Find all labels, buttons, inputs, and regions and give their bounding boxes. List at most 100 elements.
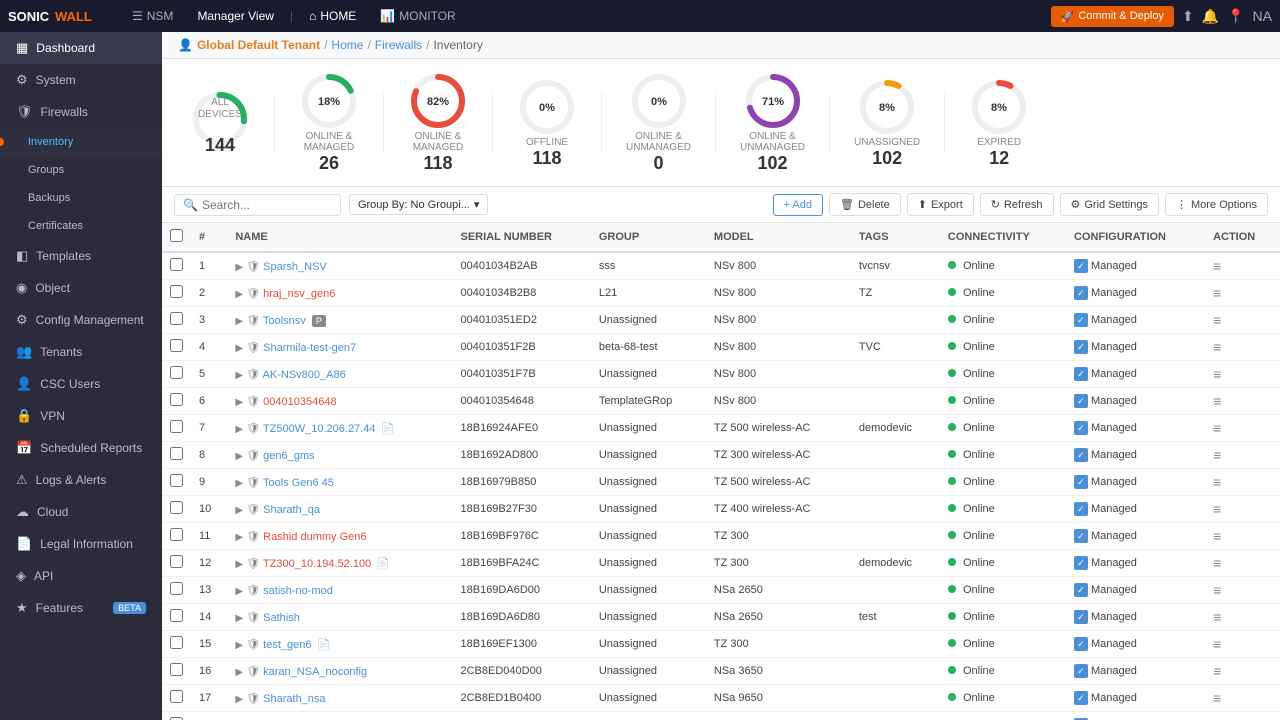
row-checkbox[interactable] xyxy=(162,496,191,523)
breadcrumb-firewalls[interactable]: Firewalls xyxy=(375,38,422,52)
action-menu-icon[interactable]: ≡ xyxy=(1213,690,1221,706)
row-action[interactable]: ≡ xyxy=(1205,685,1280,712)
user-avatar[interactable]: NA xyxy=(1253,8,1272,24)
row-checkbox[interactable] xyxy=(162,415,191,442)
expand-icon[interactable]: ▶ xyxy=(235,478,243,489)
export-button[interactable]: ⬆ Export xyxy=(907,193,974,216)
row-checkbox[interactable] xyxy=(162,334,191,361)
row-checkbox[interactable] xyxy=(162,388,191,415)
select-all-checkbox[interactable] xyxy=(162,223,191,252)
row-action[interactable]: ≡ xyxy=(1205,577,1280,604)
device-name-link[interactable]: TZ300_10.194.52.100 xyxy=(263,558,371,570)
row-checkbox[interactable] xyxy=(162,550,191,577)
row-action[interactable]: ≡ xyxy=(1205,712,1280,720)
row-checkbox[interactable] xyxy=(162,604,191,631)
sidebar-item-tenants[interactable]: 👥 Tenants xyxy=(0,336,162,368)
row-checkbox[interactable] xyxy=(162,252,191,280)
row-action[interactable]: ≡ xyxy=(1205,388,1280,415)
device-name-link[interactable]: gen6_gms xyxy=(263,450,314,462)
row-action[interactable]: ≡ xyxy=(1205,550,1280,577)
action-menu-icon[interactable]: ≡ xyxy=(1213,474,1221,490)
row-checkbox[interactable] xyxy=(162,361,191,388)
device-name-link[interactable]: Rashid dummy Gen6 xyxy=(263,531,366,543)
row-action[interactable]: ≡ xyxy=(1205,496,1280,523)
action-menu-icon[interactable]: ≡ xyxy=(1213,501,1221,517)
expand-icon[interactable]: ▶ xyxy=(235,370,243,381)
device-name-link[interactable]: TZ500W_10.206.27.44 xyxy=(263,423,376,435)
row-action[interactable]: ≡ xyxy=(1205,280,1280,307)
row-action[interactable]: ≡ xyxy=(1205,469,1280,496)
action-menu-icon[interactable]: ≡ xyxy=(1213,420,1221,436)
sidebar-item-logs-alerts[interactable]: ⚠ Logs & Alerts xyxy=(0,464,162,496)
row-action[interactable]: ≡ xyxy=(1205,523,1280,550)
action-menu-icon[interactable]: ≡ xyxy=(1213,555,1221,571)
sidebar-item-inventory[interactable]: Inventory xyxy=(0,128,162,156)
row-action[interactable]: ≡ xyxy=(1205,442,1280,469)
row-checkbox[interactable] xyxy=(162,631,191,658)
device-name-link[interactable]: karan_NSA_noconfig xyxy=(263,666,367,678)
device-name-link[interactable]: Tools Gen6 45 xyxy=(263,477,334,489)
share-icon[interactable]: ⬆ xyxy=(1182,8,1194,25)
sidebar-item-api[interactable]: ◈ API xyxy=(0,560,162,592)
device-name-link[interactable]: Sharath_nsa xyxy=(263,693,325,705)
group-by-dropdown[interactable]: Group By: No Groupi... ▾ xyxy=(349,194,488,215)
expand-icon[interactable]: ▶ xyxy=(235,343,243,354)
refresh-button[interactable]: ↻ Refresh xyxy=(980,193,1054,216)
sidebar-item-cloud[interactable]: ☁ Cloud xyxy=(0,496,162,528)
device-name-link[interactable]: 004010354648 xyxy=(263,396,336,408)
action-menu-icon[interactable]: ≡ xyxy=(1213,258,1221,274)
more-options-button[interactable]: ⋮ More Options xyxy=(1165,193,1268,216)
search-box[interactable]: 🔍 xyxy=(174,194,341,216)
sidebar-item-legal[interactable]: 📄 Legal Information xyxy=(0,528,162,560)
device-name-link[interactable]: satish-no-mod xyxy=(263,585,333,597)
expand-icon[interactable]: ▶ xyxy=(235,559,243,570)
expand-icon[interactable]: ▶ xyxy=(235,694,243,705)
expand-icon[interactable]: ▶ xyxy=(235,289,243,300)
device-name-link[interactable]: Sharath_qa xyxy=(263,504,320,516)
row-checkbox[interactable] xyxy=(162,685,191,712)
action-menu-icon[interactable]: ≡ xyxy=(1213,366,1221,382)
commit-deploy-button[interactable]: 🚀 Commit & Deploy xyxy=(1051,6,1174,27)
sidebar-item-csc-users[interactable]: 👤 CSC Users xyxy=(0,368,162,400)
action-menu-icon[interactable]: ≡ xyxy=(1213,528,1221,544)
device-name-link[interactable]: Sparsh_NSV xyxy=(263,261,327,273)
expand-icon[interactable]: ▶ xyxy=(235,316,243,327)
action-menu-icon[interactable]: ≡ xyxy=(1213,285,1221,301)
sidebar-item-scheduled-reports[interactable]: 📅 Scheduled Reports xyxy=(0,432,162,464)
sidebar-item-system[interactable]: ⚙ System xyxy=(0,64,162,96)
sidebar-item-backups[interactable]: Backups xyxy=(0,184,162,212)
row-action[interactable]: ≡ xyxy=(1205,361,1280,388)
add-button[interactable]: + Add xyxy=(773,194,823,216)
device-name-link[interactable]: hraj_nsv_gen6 xyxy=(263,288,335,300)
expand-icon[interactable]: ▶ xyxy=(235,451,243,462)
row-action[interactable]: ≡ xyxy=(1205,631,1280,658)
sidebar-item-dashboard[interactable]: ▦ Dashboard xyxy=(0,32,162,64)
row-action[interactable]: ≡ xyxy=(1205,658,1280,685)
device-name-link[interactable]: test_gen6 xyxy=(263,639,311,651)
row-checkbox[interactable] xyxy=(162,523,191,550)
nav-manager-view[interactable]: Manager View xyxy=(189,5,282,27)
expand-icon[interactable]: ▶ xyxy=(235,397,243,408)
row-action[interactable]: ≡ xyxy=(1205,334,1280,361)
nav-monitor[interactable]: 📊 MONITOR xyxy=(372,5,463,27)
sidebar-item-firewalls[interactable]: 🛡 Firewalls xyxy=(0,96,162,128)
action-menu-icon[interactable]: ≡ xyxy=(1213,312,1221,328)
sidebar-item-features[interactable]: ★ Features BETA xyxy=(0,592,162,624)
notification-icon[interactable]: 🔔 xyxy=(1202,8,1219,25)
row-action[interactable]: ≡ xyxy=(1205,307,1280,334)
sidebar-item-object[interactable]: ◉ Object xyxy=(0,272,162,304)
grid-settings-button[interactable]: ⚙ Grid Settings xyxy=(1060,193,1159,216)
sidebar-item-templates[interactable]: ◧ Templates xyxy=(0,240,162,272)
device-name-link[interactable]: Sathish xyxy=(263,612,300,624)
action-menu-icon[interactable]: ≡ xyxy=(1213,636,1221,652)
row-checkbox[interactable] xyxy=(162,577,191,604)
action-menu-icon[interactable]: ≡ xyxy=(1213,339,1221,355)
device-name-link[interactable]: Toolsnsv xyxy=(263,315,306,327)
action-menu-icon[interactable]: ≡ xyxy=(1213,582,1221,598)
table-scroll[interactable]: # NAME SERIAL NUMBER GROUP MODEL TAGS CO… xyxy=(162,223,1280,720)
expand-icon[interactable]: ▶ xyxy=(235,640,243,651)
expand-icon[interactable]: ▶ xyxy=(235,667,243,678)
sidebar-item-vpn[interactable]: 🔒 VPN xyxy=(0,400,162,432)
sidebar-item-config-management[interactable]: ⚙ Config Management xyxy=(0,304,162,336)
action-menu-icon[interactable]: ≡ xyxy=(1213,609,1221,625)
